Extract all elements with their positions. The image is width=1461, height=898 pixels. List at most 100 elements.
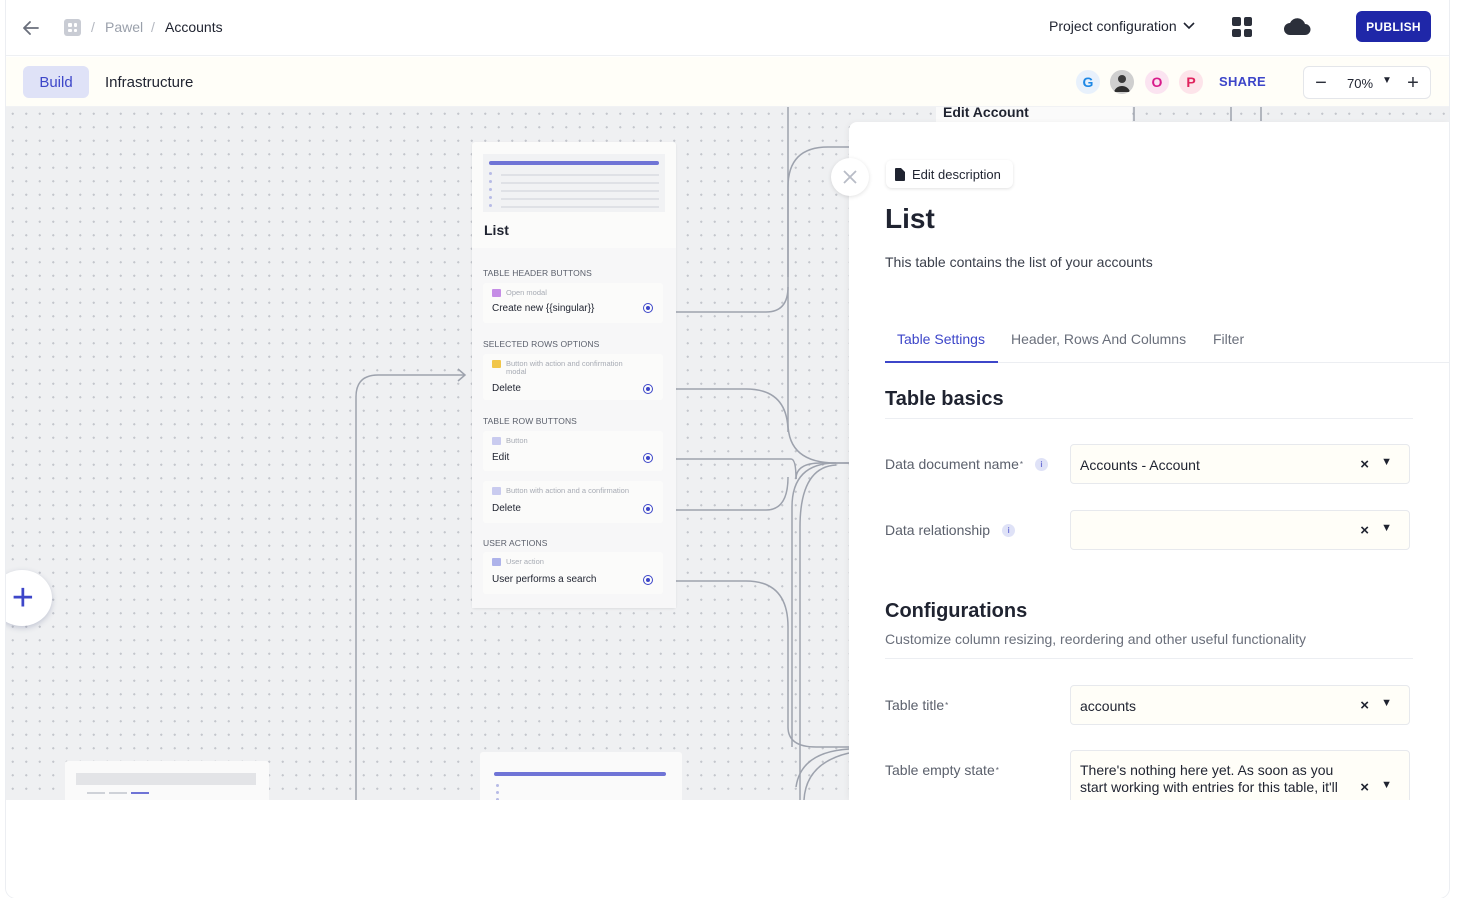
- select-value: Accounts - Account: [1080, 457, 1200, 473]
- section-heading-table-basics: Table basics: [885, 388, 1004, 410]
- connector-handle-icon[interactable]: [643, 303, 653, 313]
- mode-bar: Build Infrastructure G O P SHARE − 70% ▼…: [6, 57, 1449, 107]
- item-type: Button with action and a confirmation: [492, 487, 629, 495]
- item-label: Edit: [492, 452, 510, 463]
- apps-grid-icon[interactable]: [1232, 17, 1252, 37]
- modal-icon: [492, 289, 501, 297]
- active-tab-indicator: [885, 361, 998, 363]
- workspace-icon[interactable]: [64, 19, 81, 36]
- publish-button[interactable]: PUBLISH: [1356, 11, 1431, 42]
- connector-handle-icon[interactable]: [643, 575, 653, 585]
- avatar[interactable]: P: [1179, 70, 1203, 94]
- list-node-title: List: [484, 222, 509, 238]
- avatar[interactable]: O: [1145, 70, 1169, 94]
- field-label-table-empty-state: Table empty state *: [885, 762, 999, 778]
- tab-table-settings[interactable]: Table Settings: [897, 331, 985, 347]
- item-type: Button with action and confirmation moda…: [492, 360, 642, 376]
- app-window: / Pawel / Accounts Project configuration…: [6, 0, 1449, 898]
- breadcrumb-separator: /: [151, 19, 155, 35]
- section-label: USER ACTIONS: [483, 538, 548, 548]
- tab-header-rows-columns[interactable]: Header, Rows And Columns: [1011, 331, 1186, 347]
- field-label-table-title: Table title *: [885, 697, 949, 713]
- project-configuration-label: Project configuration: [1049, 18, 1177, 34]
- caret-down-icon[interactable]: ▼: [1381, 779, 1392, 791]
- section-subtitle: Customize column resizing, reordering an…: [885, 631, 1306, 647]
- divider: [885, 418, 1413, 419]
- caret-down-icon[interactable]: ▼: [1381, 522, 1392, 534]
- edit-description-button[interactable]: Edit description: [886, 160, 1013, 188]
- connector-handle-icon[interactable]: [643, 384, 653, 394]
- document-icon: [895, 167, 905, 181]
- item-label: User performs a search: [492, 574, 597, 585]
- zoom-control: − 70% ▼ +: [1303, 66, 1431, 99]
- table-title-input[interactable]: accounts × ▼: [1070, 685, 1410, 725]
- plus-icon: +: [11, 576, 34, 619]
- caret-down-icon[interactable]: ▼: [1381, 456, 1392, 468]
- chevron-down-icon: [1183, 22, 1195, 30]
- item-label: Delete: [492, 383, 521, 394]
- user-action-icon: [492, 558, 501, 566]
- data-document-name-select[interactable]: Accounts - Account × ▼: [1070, 444, 1410, 484]
- info-icon[interactable]: i: [1002, 523, 1016, 537]
- caret-down-icon[interactable]: ▼: [1382, 75, 1392, 86]
- cloud-icon[interactable]: [1283, 15, 1311, 42]
- edit-description-label: Edit description: [912, 166, 1001, 182]
- list-item-edit[interactable]: Button Edit: [483, 431, 663, 471]
- back-arrow-icon[interactable]: [20, 18, 42, 38]
- clear-icon[interactable]: ×: [1360, 522, 1369, 539]
- table-empty-state-input[interactable]: There's nothing here yet. As soon as you…: [1070, 750, 1410, 800]
- info-icon[interactable]: i: [1034, 457, 1048, 471]
- caret-down-icon[interactable]: ▼: [1381, 697, 1392, 709]
- avatar[interactable]: G: [1076, 70, 1100, 94]
- connector-handle-icon[interactable]: [643, 453, 653, 463]
- zoom-level[interactable]: 70%: [1347, 76, 1373, 91]
- zoom-in-button[interactable]: +: [1404, 71, 1422, 95]
- button-icon: [492, 487, 501, 495]
- clear-icon[interactable]: ×: [1360, 779, 1369, 796]
- tab-infrastructure[interactable]: Infrastructure: [105, 74, 193, 91]
- avatar-photo[interactable]: [1110, 70, 1134, 94]
- list-item-create-new[interactable]: Open modal Create new {{singular}}: [483, 283, 663, 323]
- top-bar: / Pawel / Accounts Project configuration…: [6, 0, 1449, 56]
- section-heading-configurations: Configurations: [885, 600, 1028, 622]
- list-node-body: TABLE HEADER BUTTONS Open modal Create n…: [472, 248, 676, 608]
- breadcrumb-separator: /: [91, 19, 95, 35]
- breadcrumb-parent[interactable]: Pawel: [105, 19, 143, 35]
- item-type: Open modal: [492, 289, 547, 297]
- field-label-data-relationship: Data relationship i: [885, 522, 1016, 538]
- list-item-delete-row[interactable]: Button with action and a confirmation De…: [483, 481, 663, 523]
- data-relationship-select[interactable]: × ▼: [1070, 510, 1410, 550]
- input-value: accounts: [1080, 698, 1137, 714]
- section-label: TABLE ROW BUTTONS: [483, 416, 577, 426]
- zoom-out-button[interactable]: −: [1312, 72, 1330, 94]
- connector-handle-icon[interactable]: [643, 504, 653, 514]
- list-item-user-search[interactable]: User action User performs a search: [483, 552, 663, 594]
- list-preview-thumbnail: [483, 154, 665, 212]
- list-node-card[interactable]: List TABLE HEADER BUTTONS Open modal Cre…: [472, 142, 676, 608]
- project-configuration-dropdown[interactable]: Project configuration: [1049, 18, 1195, 34]
- panel-title: List: [885, 203, 935, 234]
- node-card-preview[interactable]: [480, 752, 682, 800]
- item-label: Create new {{singular}}: [492, 303, 595, 314]
- section-label: SELECTED ROWS OPTIONS: [483, 339, 600, 349]
- item-type: Button: [492, 437, 528, 445]
- field-label-data-document-name: Data document name * i: [885, 456, 1048, 472]
- tab-filter[interactable]: Filter: [1213, 331, 1244, 347]
- clear-icon[interactable]: ×: [1360, 697, 1369, 714]
- tab-build[interactable]: Build: [23, 66, 89, 98]
- input-value: There's nothing here yet. As soon as you…: [1080, 762, 1338, 795]
- clear-icon[interactable]: ×: [1360, 456, 1369, 473]
- panel-tabs: Table Settings Header, Rows And Columns …: [885, 313, 1449, 363]
- close-panel-button[interactable]: [831, 158, 869, 196]
- empty-area: [6, 800, 1449, 898]
- breadcrumb-current: Accounts: [165, 19, 223, 35]
- action-icon: [492, 360, 501, 368]
- close-icon: [843, 170, 857, 184]
- node-card-preview[interactable]: [65, 761, 269, 800]
- item-type: User action: [492, 558, 544, 566]
- share-button[interactable]: SHARE: [1219, 74, 1266, 89]
- panel-subtitle: This table contains the list of your acc…: [885, 254, 1153, 270]
- button-icon: [492, 437, 501, 445]
- item-label: Delete: [492, 503, 521, 514]
- list-item-delete-selected[interactable]: Button with action and confirmation moda…: [483, 354, 663, 400]
